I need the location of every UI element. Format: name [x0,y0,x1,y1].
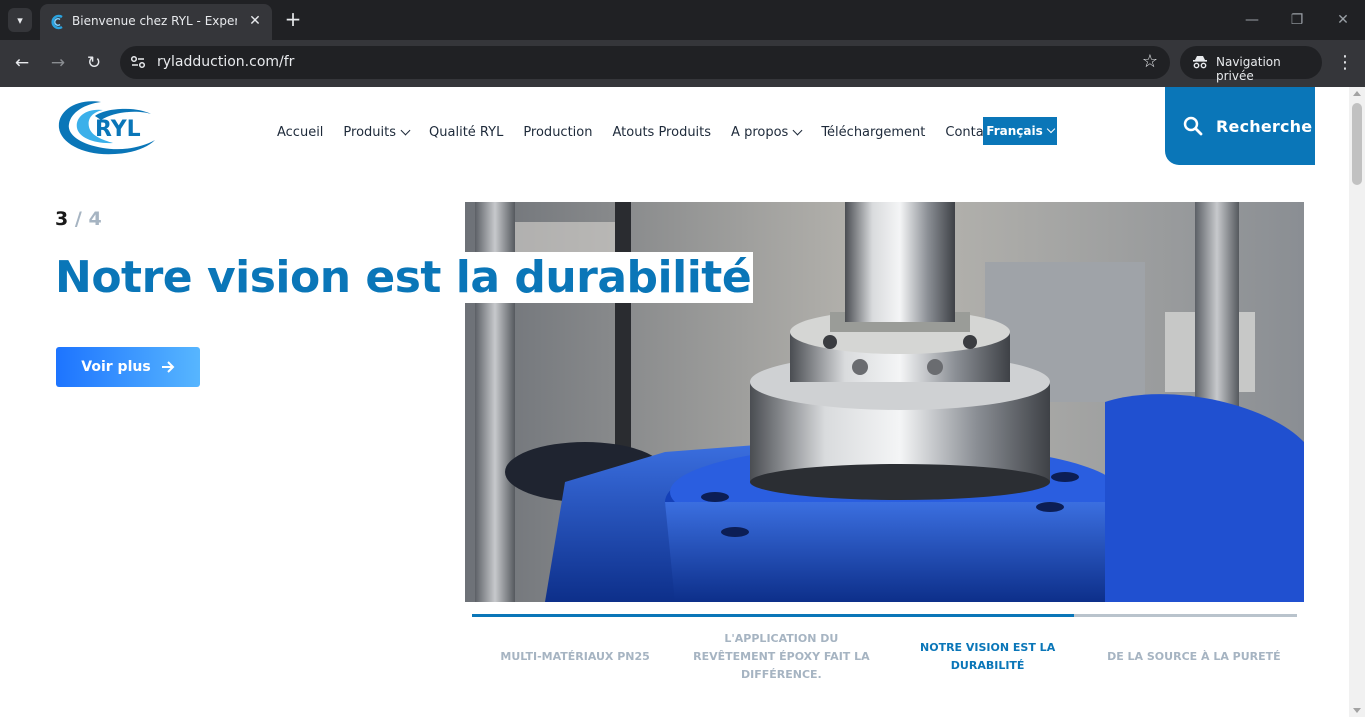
tab-close-icon[interactable]: ✕ [246,12,264,30]
nav-item-a-propos[interactable]: A propos [731,125,803,140]
nav-item-atouts-produits[interactable]: Atouts Produits [612,125,711,140]
search-button[interactable]: Recherche [1165,87,1315,165]
page-scrollbar[interactable] [1349,87,1365,717]
nav-item-label: Téléchargement [821,125,926,140]
address-bar[interactable]: ryladduction.com/fr ☆ [120,46,1170,79]
private-mode-label: Navigation privée [1216,55,1281,83]
nav-item-production[interactable]: Production [523,125,592,140]
ryl-favicon-icon [51,14,63,30]
browser-tab[interactable]: Bienvenue chez RYL - Expertise ✕ [40,4,272,40]
url-text[interactable]: ryladduction.com/fr [157,54,294,70]
nav-item-label: Produits [343,125,397,140]
slide-counter-separator: / [74,208,82,230]
nav-item-label: Accueil [277,125,324,140]
nav-item-label: A propos [731,125,789,140]
nav-item-produits[interactable]: Produits [343,125,411,140]
slider-progress-fill [472,614,1075,617]
chevron-down-icon [400,125,411,136]
slide-tab-4[interactable]: DE LA SOURCE À LA PURETÉ [1091,637,1297,677]
incognito-icon [1193,56,1207,69]
slide-counter: 3 / 4 [55,208,102,230]
tab-search-chevron-icon[interactable]: ▾ [8,8,32,32]
search-label: Recherche [1216,116,1313,136]
language-label: Français [986,124,1043,138]
slide-counter-current: 3 [55,208,69,230]
nav-item-label: Atouts Produits [612,125,712,140]
chevron-down-icon [792,125,803,136]
new-tab-plus-icon[interactable]: + [282,9,304,31]
chevron-down-icon [1046,124,1055,134]
nav-item-label: Qualité RYL [429,125,504,140]
site-info-tune-icon[interactable] [128,52,148,72]
voir-plus-button[interactable]: Voir plus [56,347,200,387]
search-icon [1183,116,1203,136]
nav-item-t-l-chargement[interactable]: Téléchargement [821,125,925,140]
slide-tab-2[interactable]: L'APPLICATION DU REVÊTEMENT ÉPOXY FAIT L… [678,632,884,681]
logo-text: RYL [95,117,141,142]
voir-plus-label: Voir plus [81,359,151,375]
forward-arrow-icon[interactable]: → [47,52,69,74]
slide-headline-text: Notre vision est la durabilité [55,252,754,303]
private-mode-indicator[interactable]: Navigation privée [1180,46,1322,83]
slide-tab-3[interactable]: NOTRE VISION EST LA DURABILITÉ [885,637,1091,677]
scrollbar-thumb[interactable] [1352,103,1362,185]
slide-tabs: MULTI-MATÉRIAUX PN25 L'APPLICATION DU REV… [472,632,1297,681]
slide-headline: Notre vision est la durabilité [55,252,754,303]
slider-progress-bar [472,614,1297,617]
window-close-icon[interactable]: ✕ [1333,10,1353,30]
slide-counter-total: 4 [88,208,102,230]
nav-item-accueil[interactable]: Accueil [277,125,323,140]
scroll-down-arrow-icon[interactable] [1353,708,1361,713]
arrow-right-icon [161,361,175,373]
restore-icon[interactable]: ❐ [1287,10,1307,30]
reload-icon[interactable]: ↻ [83,52,105,74]
language-selector[interactable]: Français [983,117,1057,145]
back-arrow-icon[interactable]: ← [11,52,33,74]
bookmark-star-icon[interactable]: ☆ [1142,51,1158,72]
ryl-logo[interactable]: RYL [55,96,159,158]
browser-toolbar: ← → ↻ ryladduction.com/fr ☆ Navigation p… [0,40,1365,87]
browser-tab-bar: ▾ Bienvenue chez RYL - Expertise ✕ + — ❐… [0,0,1365,40]
slide-tab-1[interactable]: MULTI-MATÉRIAUX PN25 [472,637,678,677]
main-navigation: Accueil Produits Qualité RYL Production Atou… [277,125,1016,140]
scroll-up-arrow-icon[interactable] [1353,91,1361,96]
page-content: RYL Accueil Produits Qualité RYL Production… [0,87,1365,717]
browser-menu-icon[interactable]: ⋮ [1336,52,1354,73]
nav-item-label: Production [523,125,593,140]
nav-item-qualit-ryl[interactable]: Qualité RYL [429,125,503,140]
tab-title: Bienvenue chez RYL - Expertise [72,14,237,28]
minimize-icon[interactable]: — [1242,10,1262,30]
